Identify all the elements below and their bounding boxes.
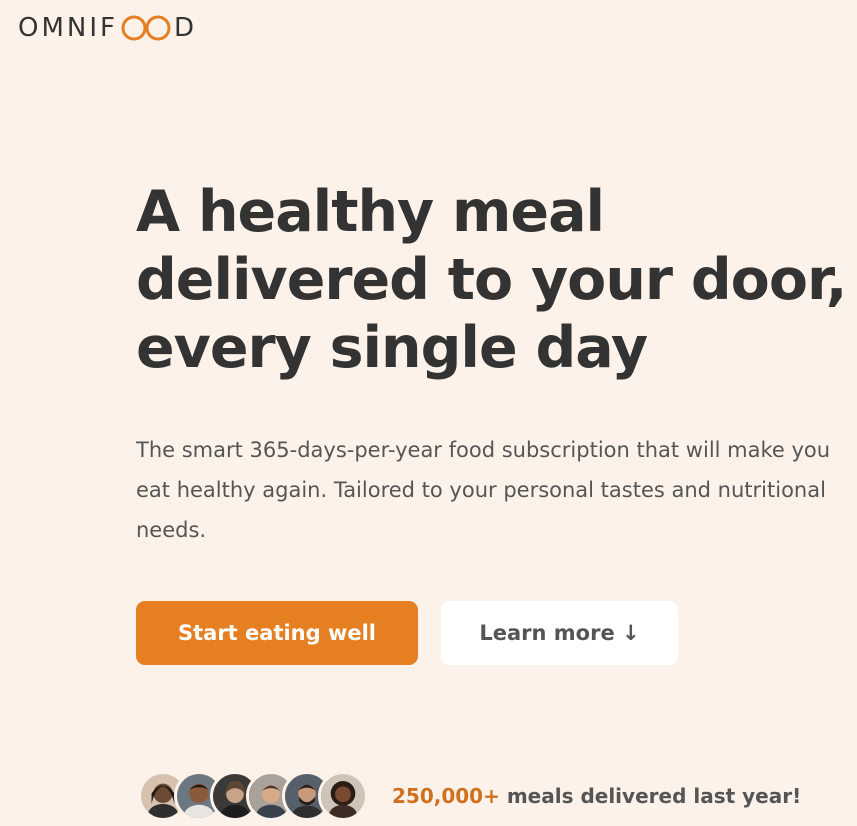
logo-text-start: OMNIF <box>18 13 118 43</box>
omnifood-logo[interactable]: OMNIF D <box>18 13 197 43</box>
hero-heading-line: every single day <box>136 315 648 381</box>
customer-avatar-6 <box>318 771 368 821</box>
logo-text-end: D <box>173 13 198 43</box>
meals-delivered-label: meals delivered last year! <box>499 784 802 808</box>
infinity-loop-icon <box>121 15 171 41</box>
learn-more-button[interactable]: Learn more ↓ <box>441 601 678 665</box>
hero-heading: A healthy meal delivered to your door, e… <box>136 178 857 382</box>
hero-section: A healthy meal delivered to your door, e… <box>136 178 857 550</box>
customer-avatars <box>138 771 368 821</box>
hero-description: The smart 365-days-per-year food subscri… <box>136 438 831 542</box>
hero-heading-line: A healthy meal <box>136 179 605 245</box>
delivered-meals: 250,000+ meals delivered last year! <box>138 766 801 826</box>
start-eating-well-button[interactable]: Start eating well <box>136 601 418 665</box>
hero-heading-line: delivered to your door, <box>136 247 847 313</box>
delivered-meals-text: 250,000+ meals delivered last year! <box>392 784 801 808</box>
meals-count: 250,000+ <box>392 784 500 808</box>
